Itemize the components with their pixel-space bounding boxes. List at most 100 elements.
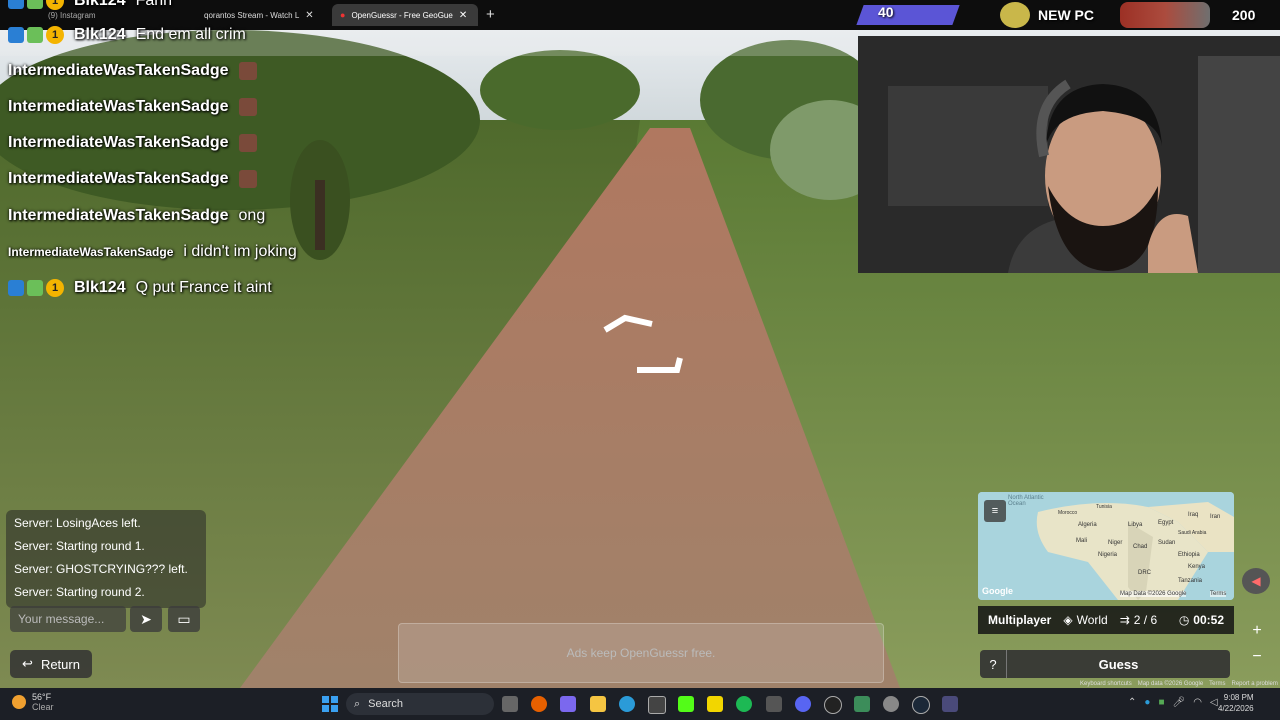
map-zoom-out-button[interactable]: − <box>1248 648 1266 666</box>
map-name: World <box>1076 613 1108 627</box>
guess-button[interactable]: Guess <box>1007 657 1230 672</box>
map-label: Niger <box>1108 540 1123 546</box>
guess-bar: ? Guess <box>980 650 1230 678</box>
map-label: Tanzania <box>1178 578 1203 584</box>
emote-icon <box>238 62 257 80</box>
weather-widget[interactable]: 56°F Clear <box>12 692 54 712</box>
chat-icon: ▭ <box>177 610 191 627</box>
terms-link[interactable]: Terms <box>1209 681 1225 687</box>
map-settings-button[interactable]: ≡ <box>984 500 1006 522</box>
report-problem-link[interactable]: Report a problem <box>1232 681 1278 687</box>
windows-icon-pane <box>331 705 338 712</box>
app-tray-icon[interactable]: ■ <box>1158 697 1164 708</box>
chat-text: End em all crim <box>135 26 246 43</box>
goal-value: 200 <box>1232 7 1256 23</box>
notes-icon[interactable] <box>707 696 723 712</box>
webcam-feed <box>858 36 1280 273</box>
store-icon[interactable] <box>648 696 666 714</box>
chevron-up-icon[interactable]: ⌃ <box>1128 697 1136 708</box>
chat-toggle-button[interactable]: ▭ <box>168 606 200 632</box>
chat-username: Blk124 <box>74 279 126 296</box>
badge-icon <box>8 27 24 43</box>
close-icon[interactable]: ✕ <box>459 10 467 21</box>
map-label: Ethiopia <box>1178 552 1200 558</box>
map-label: Morocco <box>1058 510 1078 516</box>
firefox-icon[interactable] <box>531 696 547 712</box>
taskbar-search[interactable]: ⌕ Search <box>346 693 494 715</box>
guess-minimap[interactable]: North Atlantic Ocean Tunisia Morocco Alg… <box>978 492 1234 600</box>
discord-icon[interactable] <box>795 696 811 712</box>
tab-label: qorantos Stream - Watch L <box>204 10 300 20</box>
file-explorer-icon[interactable] <box>590 696 606 712</box>
record-icon: ● <box>340 10 346 20</box>
new-tab-button[interactable]: + <box>486 6 495 23</box>
return-button[interactable]: ↩ Return <box>10 650 92 678</box>
chat-username: Blk124 <box>74 26 126 43</box>
edge-tray-icon[interactable]: ● <box>1144 697 1150 708</box>
map-attribution: Map Data ©2026 Google <box>1120 591 1187 597</box>
obs-icon[interactable] <box>824 696 842 714</box>
windows-icon-pane <box>331 696 338 703</box>
multiplayer-status-bar: Multiplayer ◈ World ⇉ 2 / 6 ◷ 00:52 <box>978 606 1234 634</box>
copilot-icon[interactable] <box>560 696 576 712</box>
chat-username: Blk124 <box>74 0 126 9</box>
app-icon[interactable] <box>766 696 782 712</box>
wifi-icon[interactable]: ◠ <box>1193 697 1202 708</box>
map-label: Iran <box>1210 514 1221 520</box>
send-button[interactable]: ➤ <box>130 606 162 632</box>
volume-icon[interactable]: ◁ <box>1210 697 1218 708</box>
spotify-icon[interactable] <box>736 696 752 712</box>
tab-openguessr[interactable]: ● OpenGuessr - Free GeoGue ✕ <box>332 4 478 26</box>
streamer-image <box>858 36 1280 273</box>
weather-temp: 56°F <box>32 692 52 702</box>
app-icon[interactable] <box>854 696 870 712</box>
map-label: Egypt <box>1158 520 1174 526</box>
app-icon[interactable] <box>942 696 958 712</box>
tab-label: OpenGuessr - Free GeoGue <box>351 10 453 20</box>
server-message: Server: Starting round 2. <box>14 585 145 599</box>
ad-banner: Ads keep OpenGuessr free. <box>398 623 884 683</box>
rank-badge-icon: 1 <box>46 0 64 10</box>
chat-message: IntermediateWasTakenSadge <box>8 62 257 80</box>
badge-icon <box>8 280 24 296</box>
settings-icon[interactable] <box>883 696 899 712</box>
task-view-icon[interactable] <box>502 696 518 712</box>
edge-icon[interactable] <box>619 696 635 712</box>
map-label: Iraq <box>1188 512 1199 518</box>
close-icon[interactable]: ✕ <box>305 10 313 21</box>
chat-message: IntermediateWasTakenSadge i didn't im jok… <box>8 243 297 261</box>
terms-link[interactable]: Terms <box>1210 591 1227 597</box>
search-icon: ⌕ <box>354 697 361 710</box>
microphone-icon[interactable]: 🎤︎ <box>1172 697 1185 708</box>
message-input[interactable]: Your message... <box>10 606 126 632</box>
timer: 00:52 <box>1193 613 1224 627</box>
user-badges: 1 <box>8 26 64 44</box>
map-label: Kenya <box>1188 564 1206 570</box>
tab-stream[interactable]: qorantos Stream - Watch L ✕ <box>196 4 328 26</box>
start-button[interactable] <box>322 696 338 712</box>
chat-text: ong <box>238 207 266 224</box>
map-expand-button[interactable]: ◀ <box>1242 568 1270 594</box>
kick-icon[interactable] <box>678 696 694 712</box>
map-zoom-in-button[interactable]: + <box>1248 622 1266 640</box>
system-tray: ⌃ ● ■ 🎤︎ ◠ ◁ <box>1128 697 1218 708</box>
tab-label: (9) Instagram <box>48 10 96 20</box>
map-credits: Keyboard shortcuts Map data ©2026 Google… <box>1080 681 1278 687</box>
clock[interactable]: 9:08 PM 4/22/2026 <box>1218 692 1254 714</box>
help-button[interactable]: ? <box>980 650 1007 678</box>
chat-message: IntermediateWasTakenSadge <box>8 134 257 152</box>
keyboard-shortcuts-link[interactable]: Keyboard shortcuts <box>1080 681 1132 687</box>
map-label: Saudi Arabia <box>1178 530 1207 536</box>
map-label: North Atlantic Ocean <box>1008 495 1044 507</box>
map-label: Libya <box>1128 522 1143 528</box>
map-label: Mali <box>1076 538 1088 544</box>
steam-icon[interactable] <box>912 696 930 714</box>
sliders-icon: ≡ <box>991 505 999 517</box>
pokemon-sprites <box>1120 2 1210 28</box>
message-placeholder: Your message... <box>18 612 105 626</box>
emote-icon <box>238 98 257 116</box>
emote-icon <box>238 134 257 152</box>
time: 9:08 PM <box>1223 693 1254 702</box>
map-label: Sudan <box>1158 540 1176 546</box>
chat-username: IntermediateWasTakenSadge <box>8 98 229 115</box>
